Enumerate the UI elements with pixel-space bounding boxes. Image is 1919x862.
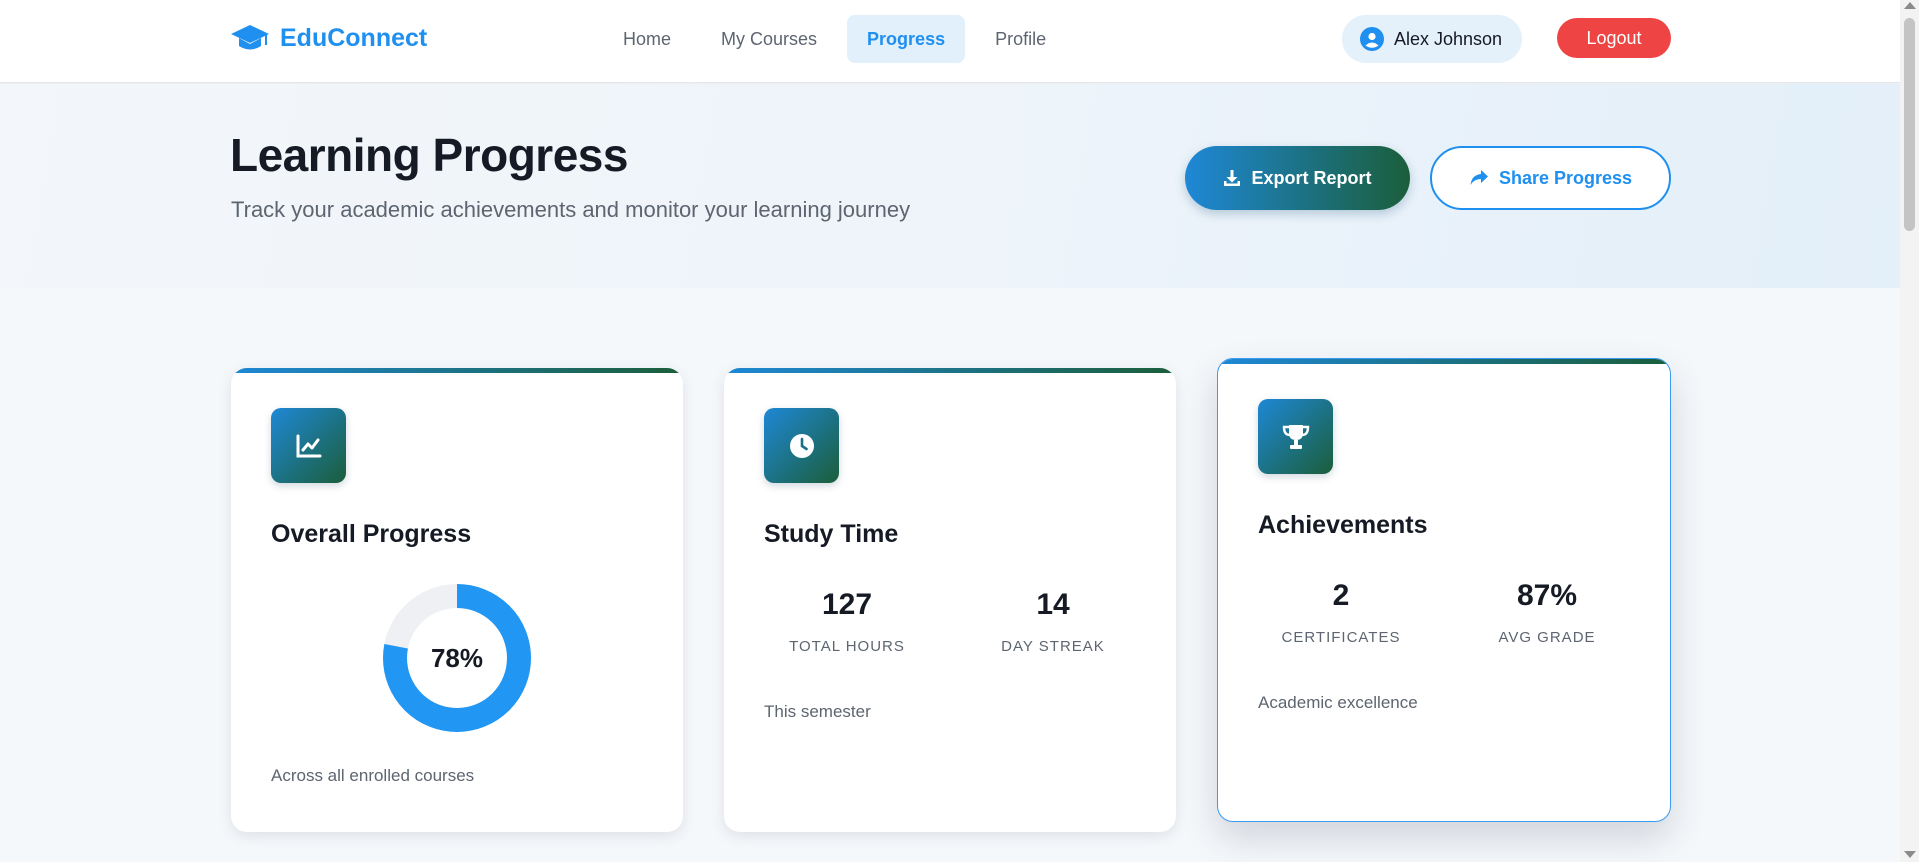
export-report-label: Export Report: [1251, 167, 1372, 188]
achievements-note: Academic excellence: [1258, 693, 1418, 712]
nav-home[interactable]: Home: [603, 15, 691, 63]
user-name: Alex Johnson: [1394, 28, 1503, 49]
nav-my-courses[interactable]: My Courses: [701, 15, 837, 63]
total-hours-label: TOTAL HOURS: [789, 638, 905, 655]
achievements-card[interactable]: Achievements 2 CERTIFICATES 87% AVG GRAD…: [1217, 358, 1671, 822]
share-progress-button[interactable]: Share Progress: [1430, 146, 1671, 210]
top-navbar: EduConnect Home My Courses Progress Prof…: [0, 0, 1900, 83]
certificates-value: 2: [1332, 579, 1350, 612]
page-scrollbar[interactable]: [1900, 0, 1919, 862]
logout-button[interactable]: Logout: [1557, 18, 1671, 58]
line-chart-icon: [271, 408, 346, 483]
achievements-title: Achievements: [1258, 511, 1428, 539]
overall-progress-card: Overall Progress 78% Across all enrolled…: [231, 368, 683, 832]
avg-grade-value: 87%: [1516, 579, 1578, 612]
card-accent-bar: [1218, 359, 1670, 364]
overall-progress-title: Overall Progress: [271, 520, 472, 548]
card-accent-bar: [724, 368, 1176, 373]
brand-logo[interactable]: EduConnect: [230, 22, 427, 54]
study-time-card: Study Time 127 TOTAL HOURS 14 DAY STREAK…: [724, 368, 1176, 832]
share-arrow-icon: [1470, 170, 1488, 185]
certificates-stat: 2 CERTIFICATES: [1241, 579, 1441, 646]
download-icon: [1224, 170, 1241, 186]
certificates-label: CERTIFICATES: [1281, 629, 1401, 646]
study-time-note: This semester: [764, 702, 871, 721]
avg-grade-stat: 87% AVG GRADE: [1447, 579, 1647, 646]
export-report-button[interactable]: Export Report: [1185, 146, 1410, 210]
trophy-icon: [1258, 399, 1333, 474]
share-progress-label: Share Progress: [1498, 167, 1633, 188]
day-streak-value: 14: [1036, 588, 1070, 621]
page-header: Learning Progress Track your academic ac…: [0, 84, 1900, 288]
user-circle-icon: [1360, 27, 1384, 51]
total-hours-stat: 127 TOTAL HOURS: [747, 588, 947, 655]
page-subtitle: Track your academic achievements and mon…: [231, 197, 911, 222]
overall-progress-note: Across all enrolled courses: [271, 766, 475, 785]
day-streak-stat: 14 DAY STREAK: [953, 588, 1153, 655]
scroll-thumb[interactable]: [1904, 18, 1915, 231]
study-time-title: Study Time: [764, 520, 899, 548]
graduation-cap-icon: [231, 25, 269, 50]
scroll-down-arrow-icon[interactable]: [1904, 851, 1916, 858]
page-title: Learning Progress: [230, 129, 628, 181]
user-menu[interactable]: Alex Johnson: [1342, 15, 1523, 63]
nav-profile[interactable]: Profile: [975, 15, 1066, 63]
progress-percent: 78%: [430, 642, 484, 673]
brand-name: EduConnect: [280, 23, 428, 52]
total-hours-value: 127: [821, 588, 873, 621]
day-streak-label: DAY STREAK: [1001, 638, 1105, 655]
clock-icon: [764, 408, 839, 483]
avg-grade-label: AVG GRADE: [1498, 629, 1596, 646]
nav-progress[interactable]: Progress: [847, 15, 966, 63]
scroll-up-arrow-icon[interactable]: [1904, 2, 1916, 9]
main-nav: Home My Courses Progress Profile: [603, 15, 1066, 63]
card-accent-bar: [231, 368, 683, 373]
